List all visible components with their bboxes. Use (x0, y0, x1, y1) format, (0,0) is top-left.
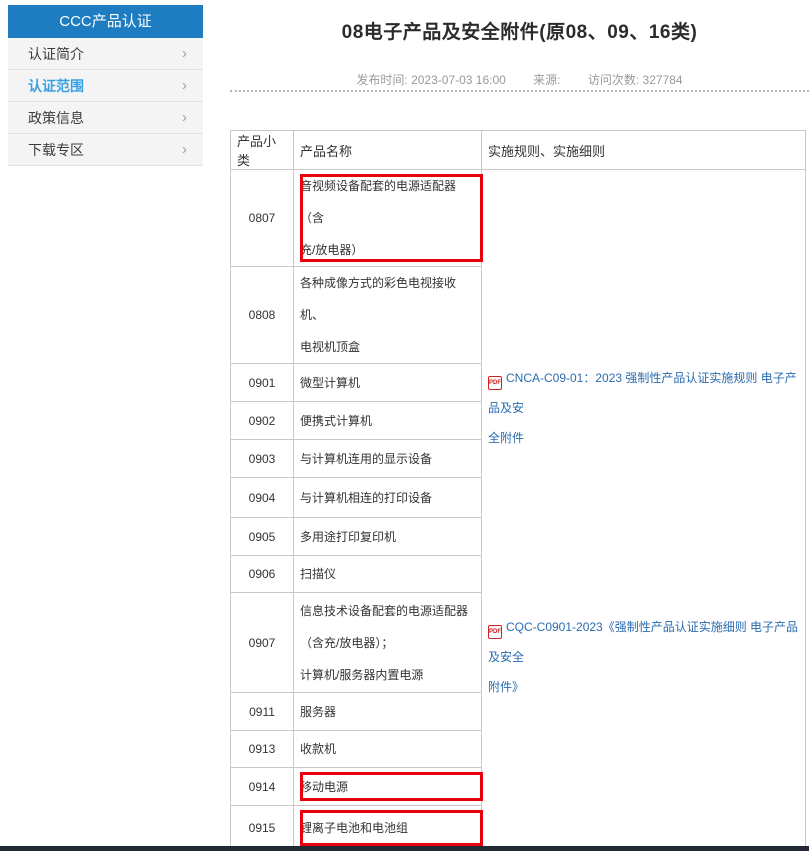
sidebar-menu: 认证简介 › 认证范围 › 政策信息 › 下载专区 › (8, 38, 203, 166)
product-code: 0907 (230, 592, 294, 693)
page: CCC产品认证 认证简介 › 认证范围 › 政策信息 › 下载专区 › 08电子产品及安全附件… (0, 0, 809, 851)
sidebar: CCC产品认证 认证简介 › 认证范围 › 政策信息 › 下载专区 › (8, 5, 203, 166)
sidebar-item-2[interactable]: 认证范围 › (8, 70, 203, 102)
product-code: 0914 (230, 767, 294, 806)
sidebar-title: CCC产品认证 (8, 5, 203, 38)
product-name: 扫描仪 (293, 555, 482, 593)
sidebar-item-4[interactable]: 下载专区 › (8, 134, 203, 166)
sidebar-item-label: 认证简介 (28, 45, 84, 62)
rules-cell: PDF CNCA-C09-01：2023 强制性产品认证实施规则 电子产品及安 全… (481, 169, 806, 851)
product-code: 0903 (230, 439, 294, 478)
visit-count: 访问次数: 327784 (587, 73, 683, 87)
product-code: 0807 (230, 169, 294, 267)
product-name: 移动电源 (293, 767, 483, 806)
product-name: 便携式计算机 (293, 401, 482, 440)
footer-bar (0, 846, 809, 851)
product-table: 产品小类 产品名称 实施规则、实施细则 0807 音视频设备配套的电源适配器（含 充/… (230, 130, 806, 851)
rule-document-link[interactable]: PDF CNCA-C09-01：2023 强制性产品认证实施规则 电子产品及安 全… (488, 363, 804, 453)
product-code: 0808 (230, 266, 294, 364)
product-name: 收款机 (293, 730, 482, 768)
chevron-right-icon: › (182, 108, 187, 126)
product-name: 微型计算机 (293, 363, 482, 402)
sidebar-item-label: 认证范围 (28, 77, 84, 94)
product-code: 0902 (230, 401, 294, 440)
product-code: 0915 (230, 805, 294, 851)
chevron-right-icon: › (182, 76, 187, 94)
sidebar-item-label: 下载专区 (28, 141, 84, 158)
product-name: 与计算机连用的显示设备 (293, 439, 482, 478)
publish-time: 发布时间: 2023-07-03 16:00 (356, 73, 506, 87)
table-header-row: 产品小类 产品名称 实施规则、实施细则 (230, 130, 806, 170)
product-name: 服务器 (293, 692, 482, 731)
product-table-wrap: 产品小类 产品名称 实施规则、实施细则 0807 音视频设备配套的电源适配器（含 充/… (230, 130, 806, 851)
content-area: 08电子产品及安全附件(原08、09、16类) 发布时间: 2023-07-03… (230, 0, 809, 851)
page-title: 08电子产品及安全附件(原08、09、16类) (341, 22, 698, 43)
product-code: 0901 (230, 363, 294, 402)
dotted-divider (230, 90, 809, 92)
product-code: 0913 (230, 730, 294, 768)
chevron-right-icon: › (182, 44, 187, 62)
chevron-right-icon: › (182, 140, 187, 158)
product-name: 各种成像方式的彩色电视接收机、 电视机顶盒 (293, 266, 482, 364)
product-name: 多用途打印复印机 (293, 517, 482, 556)
highlight-box (300, 174, 483, 262)
product-code: 0905 (230, 517, 294, 556)
product-name: 音视频设备配套的电源适配器（含 充/放电器） (293, 169, 483, 267)
product-name: 信息技术设备配套的电源适配器 （含充/放电器）； 计算机/服务器内置电源 (293, 592, 482, 693)
column-header: 实施规则、实施细则 (481, 130, 806, 170)
column-header: 产品名称 (293, 130, 482, 170)
pdf-icon: PDF (488, 376, 502, 390)
highlight-box (300, 810, 483, 846)
source: 来源: (533, 73, 561, 87)
sidebar-item-1[interactable]: 认证简介 › (8, 38, 203, 70)
product-code: 0911 (230, 692, 294, 731)
pdf-icon: PDF (488, 625, 502, 639)
product-name: 锂离子电池和电池组 (293, 805, 483, 851)
product-code: 0906 (230, 555, 294, 593)
table-row: 0807 音视频设备配套的电源适配器（含 充/放电器） PDF CNCA-C09-01… (230, 169, 806, 851)
rule-document-link[interactable]: PDF CQC-C0901-2023《强制性产品认证实施细则 电子产品及安全 附件… (488, 612, 804, 702)
product-code: 0904 (230, 477, 294, 518)
column-header: 产品小类 (230, 130, 294, 170)
sidebar-item-3[interactable]: 政策信息 › (8, 102, 203, 134)
article-meta: 发布时间: 2023-07-03 16:00 来源: 访问次数: 327784 (230, 71, 809, 88)
product-name: 与计算机相连的打印设备 (293, 477, 482, 518)
highlight-box (300, 772, 483, 801)
sidebar-item-label: 政策信息 (28, 109, 84, 126)
